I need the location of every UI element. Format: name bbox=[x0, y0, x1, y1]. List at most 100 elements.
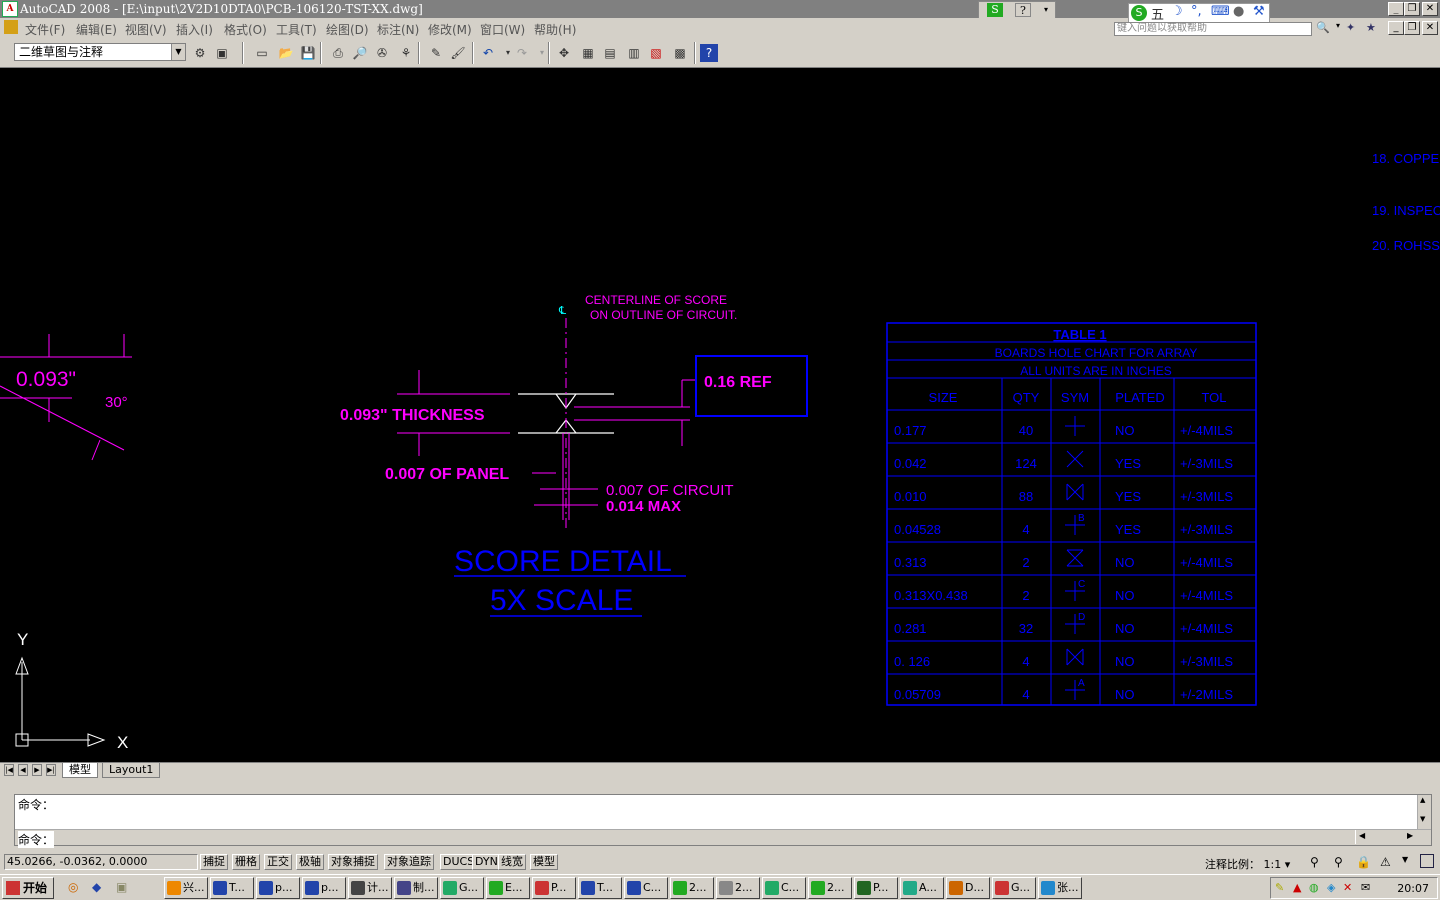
scroll-right-icon[interactable]: ▶ bbox=[1407, 831, 1413, 840]
menu-window[interactable]: 窗口(W) bbox=[480, 21, 525, 38]
taskbar-task-button[interactable]: C... bbox=[624, 877, 668, 899]
taskbar-task-button[interactable]: G... bbox=[992, 877, 1036, 899]
undo-icon[interactable]: ↶ bbox=[478, 43, 498, 63]
keyboard-icon[interactable]: ⌨ bbox=[1211, 4, 1230, 19]
sogou-icon[interactable]: S bbox=[1131, 5, 1147, 21]
menu-view[interactable]: 视图(V) bbox=[125, 21, 167, 38]
sheet-set-icon[interactable]: ▧ bbox=[646, 43, 666, 63]
publish-icon[interactable]: ✇ bbox=[372, 43, 392, 63]
dyn-toggle[interactable]: DYN bbox=[472, 854, 501, 870]
last-tab-icon[interactable]: ▶| bbox=[46, 764, 56, 776]
chevron-down-icon[interactable]: ▼ bbox=[171, 44, 185, 60]
workspace-save-icon[interactable]: ▣ bbox=[212, 43, 232, 63]
taskbar-task-button[interactable]: p... bbox=[302, 877, 346, 899]
dropdown-arrow-icon[interactable]: ▾ bbox=[1336, 21, 1340, 30]
pencil-icon[interactable]: ✎ bbox=[426, 43, 446, 63]
annotation-scale-value[interactable]: 1:1 bbox=[1264, 858, 1282, 871]
scroll-left-icon[interactable]: ◀ bbox=[1359, 831, 1365, 840]
annotation-visibility-icon[interactable]: ⚲ bbox=[1310, 855, 1319, 869]
toolbar-lock-icon[interactable]: 🔒 bbox=[1356, 855, 1371, 869]
menu-tools[interactable]: 工具(T) bbox=[276, 21, 317, 38]
print-icon[interactable]: ⎙ bbox=[328, 43, 348, 63]
command-input-row[interactable]: 命令： ◀ ▶ bbox=[15, 829, 1431, 848]
grid-toggle[interactable]: 栅格 bbox=[232, 854, 260, 870]
ime-bar[interactable]: S 五 ☽ °, ⌨ ● ⚒ bbox=[1128, 3, 1270, 23]
snap-toggle[interactable]: 捕捉 bbox=[200, 854, 228, 870]
taskbar-task-button[interactable]: 制... bbox=[394, 877, 438, 899]
taskbar-task-button[interactable]: p... bbox=[256, 877, 300, 899]
punctuation-icon[interactable]: °, bbox=[1191, 4, 1202, 19]
save-icon[interactable]: 💾 bbox=[298, 43, 318, 63]
annotation-scale[interactable]: 注释比例： 1:1 ▾ bbox=[1205, 856, 1290, 872]
tab-layout1[interactable]: Layout1 bbox=[102, 763, 161, 778]
otrack-toggle[interactable]: 对象追踪 bbox=[384, 854, 434, 870]
help-search-input[interactable]: 键入问题以获取帮助 bbox=[1114, 22, 1312, 36]
menu-file[interactable]: 文件(F) bbox=[25, 21, 65, 38]
command-window[interactable]: 命令： ▲ ▼ 命令： ◀ ▶ bbox=[14, 794, 1432, 848]
menu-help[interactable]: 帮助(H) bbox=[534, 21, 576, 38]
menu-dimension[interactable]: 标注(N) bbox=[377, 21, 419, 38]
taskbar-task-button[interactable]: A... bbox=[900, 877, 944, 899]
redo-icon[interactable]: ↷ bbox=[512, 43, 532, 63]
properties-icon[interactable]: ▦ bbox=[578, 43, 598, 63]
lineweight-toggle[interactable]: 线宽 bbox=[498, 854, 526, 870]
start-button[interactable]: 开始 bbox=[2, 877, 54, 899]
quicklaunch-browser-icon[interactable]: ◎ bbox=[68, 880, 78, 894]
taskbar-task-button[interactable]: C... bbox=[762, 877, 806, 899]
taskbar-task-button[interactable]: 计... bbox=[348, 877, 392, 899]
tray-adobe-icon[interactable]: ▲ bbox=[1293, 881, 1301, 894]
calculator-icon[interactable]: ▩ bbox=[670, 43, 690, 63]
tray-mail-icon[interactable]: ✉ bbox=[1361, 881, 1370, 894]
scroll-up-icon[interactable]: ▲ bbox=[1420, 796, 1425, 804]
wrench-icon[interactable]: ⚒ bbox=[1253, 4, 1265, 19]
taskbar-task-button[interactable]: 2... bbox=[670, 877, 714, 899]
new-file-icon[interactable]: ▭ bbox=[252, 43, 272, 63]
minimize-button[interactable]: _ bbox=[1388, 2, 1404, 16]
tray-security-icon[interactable]: ◍ bbox=[1309, 881, 1319, 894]
tool-palettes-icon[interactable]: ▥ bbox=[624, 43, 644, 63]
help-question-icon[interactable]: ? bbox=[1015, 3, 1031, 17]
status-menu-arrow-icon[interactable]: ▼ bbox=[1402, 855, 1408, 864]
communication-icon[interactable]: ✦ bbox=[1346, 21, 1355, 34]
help-icon[interactable]: ? bbox=[700, 44, 718, 62]
menu-draw[interactable]: 绘图(D) bbox=[326, 21, 369, 38]
tray-pencil-icon[interactable]: ✎ bbox=[1275, 881, 1284, 894]
design-center-icon[interactable]: ▤ bbox=[600, 43, 620, 63]
next-tab-icon[interactable]: ▶ bbox=[32, 764, 42, 776]
model-toggle[interactable]: 模型 bbox=[530, 854, 558, 870]
restore-button[interactable]: ❐ bbox=[1404, 2, 1420, 16]
doc-close-button[interactable]: ✕ bbox=[1422, 21, 1438, 35]
taskbar-task-button[interactable]: 2... bbox=[716, 877, 760, 899]
tray-network-icon[interactable]: ◈ bbox=[1327, 881, 1335, 894]
taskbar-task-button[interactable]: 兴... bbox=[164, 877, 208, 899]
taskbar-task-button[interactable]: D... bbox=[946, 877, 990, 899]
menu-edit[interactable]: 编辑(E) bbox=[76, 21, 117, 38]
s-app-icon[interactable]: S bbox=[987, 3, 1003, 17]
user-icon[interactable]: ● bbox=[1233, 4, 1244, 19]
taskbar-task-button[interactable]: E... bbox=[486, 877, 530, 899]
ime-mode-label[interactable]: 五 bbox=[1151, 4, 1164, 23]
comm-center-icon[interactable]: ⚠ bbox=[1380, 855, 1391, 869]
coordinates-display[interactable]: 45.0266, -0.0362, 0.0000 bbox=[4, 854, 198, 870]
taskbar-task-button[interactable]: G... bbox=[440, 877, 484, 899]
document-icon[interactable] bbox=[4, 20, 18, 34]
drawing-canvas[interactable]: 0.093" 30° ℄ CENTERLINE OF SCORE ON OUTL… bbox=[0, 68, 1440, 762]
first-tab-icon[interactable]: |◀ bbox=[4, 764, 14, 776]
taskbar-task-button[interactable]: P... bbox=[854, 877, 898, 899]
3d-publish-icon[interactable]: ⚘ bbox=[396, 43, 416, 63]
auto-scale-icon[interactable]: ⚲ bbox=[1334, 855, 1343, 869]
polar-toggle[interactable]: 极轴 bbox=[296, 854, 324, 870]
taskbar-task-button[interactable]: P... bbox=[532, 877, 576, 899]
ortho-toggle[interactable]: 正交 bbox=[264, 854, 292, 870]
workspace-settings-icon[interactable]: ⚙ bbox=[190, 43, 210, 63]
dropdown-arrow-icon[interactable]: ▾ bbox=[1041, 3, 1051, 17]
taskbar-task-button[interactable]: T... bbox=[210, 877, 254, 899]
workspace-select[interactable]: 二维草图与注释 ▼ bbox=[14, 43, 186, 61]
scroll-down-icon[interactable]: ▼ bbox=[1420, 815, 1425, 823]
taskbar-task-button[interactable]: 张... bbox=[1038, 877, 1082, 899]
menu-format[interactable]: 格式(O) bbox=[224, 21, 267, 38]
moon-icon[interactable]: ☽ bbox=[1171, 4, 1183, 19]
pan-realtime-icon[interactable]: ✥ bbox=[554, 43, 574, 63]
doc-minimize-button[interactable]: _ bbox=[1388, 21, 1404, 35]
match-properties-icon[interactable]: 🖌 bbox=[448, 43, 468, 63]
